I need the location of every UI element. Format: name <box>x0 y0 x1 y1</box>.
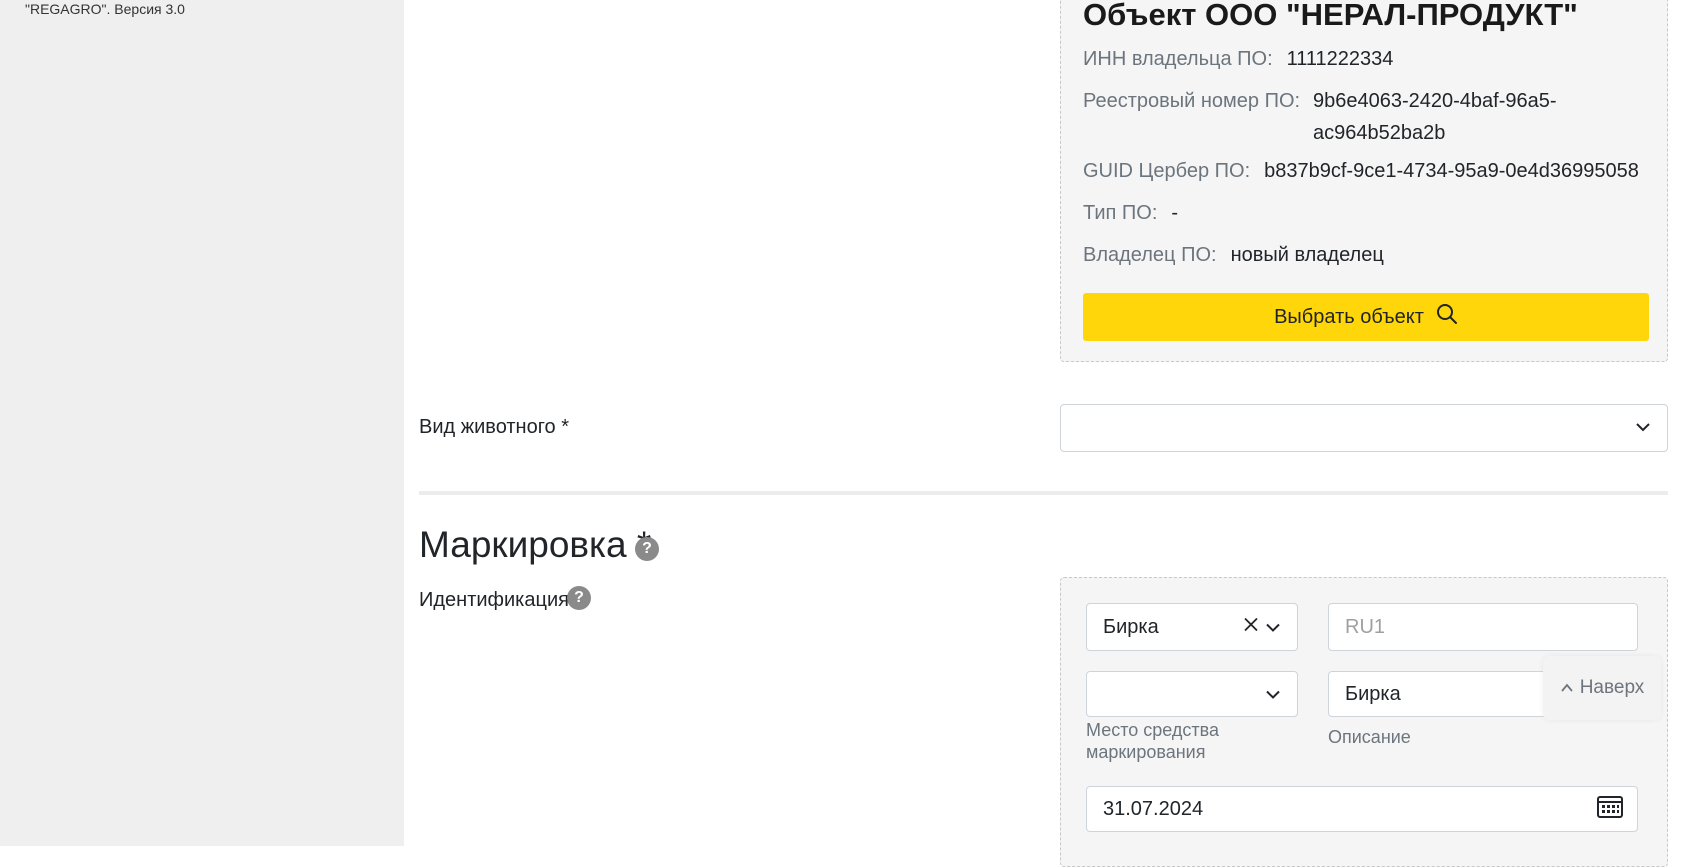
marking-place-select[interactable] <box>1086 671 1298 717</box>
animal-type-label: Вид животного * <box>419 416 570 438</box>
type-value: - <box>1171 202 1179 224</box>
search-icon <box>1436 303 1458 331</box>
back-to-top-button[interactable]: Наверх <box>1543 656 1661 720</box>
guid-value: b837b9cf-9ce1-4734-95a9-0e4d36995058 <box>1264 160 1639 182</box>
sidebar: "REGAGRO". Версия 3.0 <box>0 0 404 846</box>
type-row: Тип ПО: - <box>1083 197 1178 229</box>
description-caption: Описание <box>1328 727 1411 747</box>
guid-label: GUID Цербер ПО: <box>1083 160 1251 182</box>
help-icon[interactable]: ? <box>567 586 591 610</box>
animal-type-select[interactable] <box>1060 404 1668 452</box>
type-label: Тип ПО: <box>1083 202 1158 224</box>
help-icon[interactable]: ? <box>635 537 659 561</box>
calendar-icon[interactable] <box>1597 794 1623 824</box>
chevron-up-icon <box>1560 677 1574 699</box>
marking-title: Маркировка * <box>419 524 652 565</box>
select-object-label: Выбрать объект <box>1274 305 1424 328</box>
back-to-top-label: Наверх <box>1579 677 1645 698</box>
chevron-down-icon <box>1265 683 1281 706</box>
object-title: Объект ООО "НЕРАЛ-ПРОДУКТ" <box>1083 0 1578 32</box>
description-value: Бирка <box>1345 682 1401 705</box>
registry-value: 9b6e4063-2420-4baf-96a5-ac964b52ba2b <box>1313 90 1557 144</box>
registry-row: Реестровый номер ПО: 9b6e4063-2420-4baf-… <box>1083 85 1663 153</box>
marking-number-input[interactable]: RU1 <box>1328 603 1638 651</box>
marking-card: Бирка RU1 Место средства маркирования Би… <box>1060 577 1668 867</box>
main-content: Объект ООО "НЕРАЛ-ПРОДУКТ" ИНН владельца… <box>404 0 1693 867</box>
object-card: Объект ООО "НЕРАЛ-ПРОДУКТ" ИНН владельца… <box>1060 0 1668 362</box>
version-text: "REGAGRO". Версия 3.0 <box>25 1 185 17</box>
identification-label: Идентификация <box>419 589 569 611</box>
marking-type-select[interactable]: Бирка <box>1086 603 1298 651</box>
inn-label: ИНН владельца ПО: <box>1083 48 1273 70</box>
registry-label: Реестровый номер ПО: <box>1083 90 1301 112</box>
close-icon[interactable] <box>1243 616 1259 639</box>
inn-row: ИНН владельца ПО: 1111222334 <box>1083 43 1393 75</box>
marking-date-input[interactable]: 31.07.2024 <box>1086 786 1638 832</box>
chevron-down-icon <box>1635 419 1651 437</box>
guid-row: GUID Цербер ПО: b837b9cf-9ce1-4734-95a9-0… <box>1083 155 1639 187</box>
chevron-down-icon[interactable] <box>1265 616 1281 639</box>
select-object-button[interactable]: Выбрать объект <box>1083 293 1649 341</box>
marking-place-caption: Место средства маркирования <box>1086 720 1220 762</box>
section-divider <box>419 491 1668 495</box>
inn-value: 1111222334 <box>1286 48 1394 70</box>
owner-value: новый владелец <box>1230 244 1384 266</box>
owner-row: Владелец ПО: новый владелец <box>1083 239 1384 271</box>
marking-date-value: 31.07.2024 <box>1103 797 1204 820</box>
marking-type-value: Бирка <box>1103 615 1159 638</box>
owner-label: Владелец ПО: <box>1083 244 1217 266</box>
marking-number-placeholder: RU1 <box>1345 615 1386 638</box>
